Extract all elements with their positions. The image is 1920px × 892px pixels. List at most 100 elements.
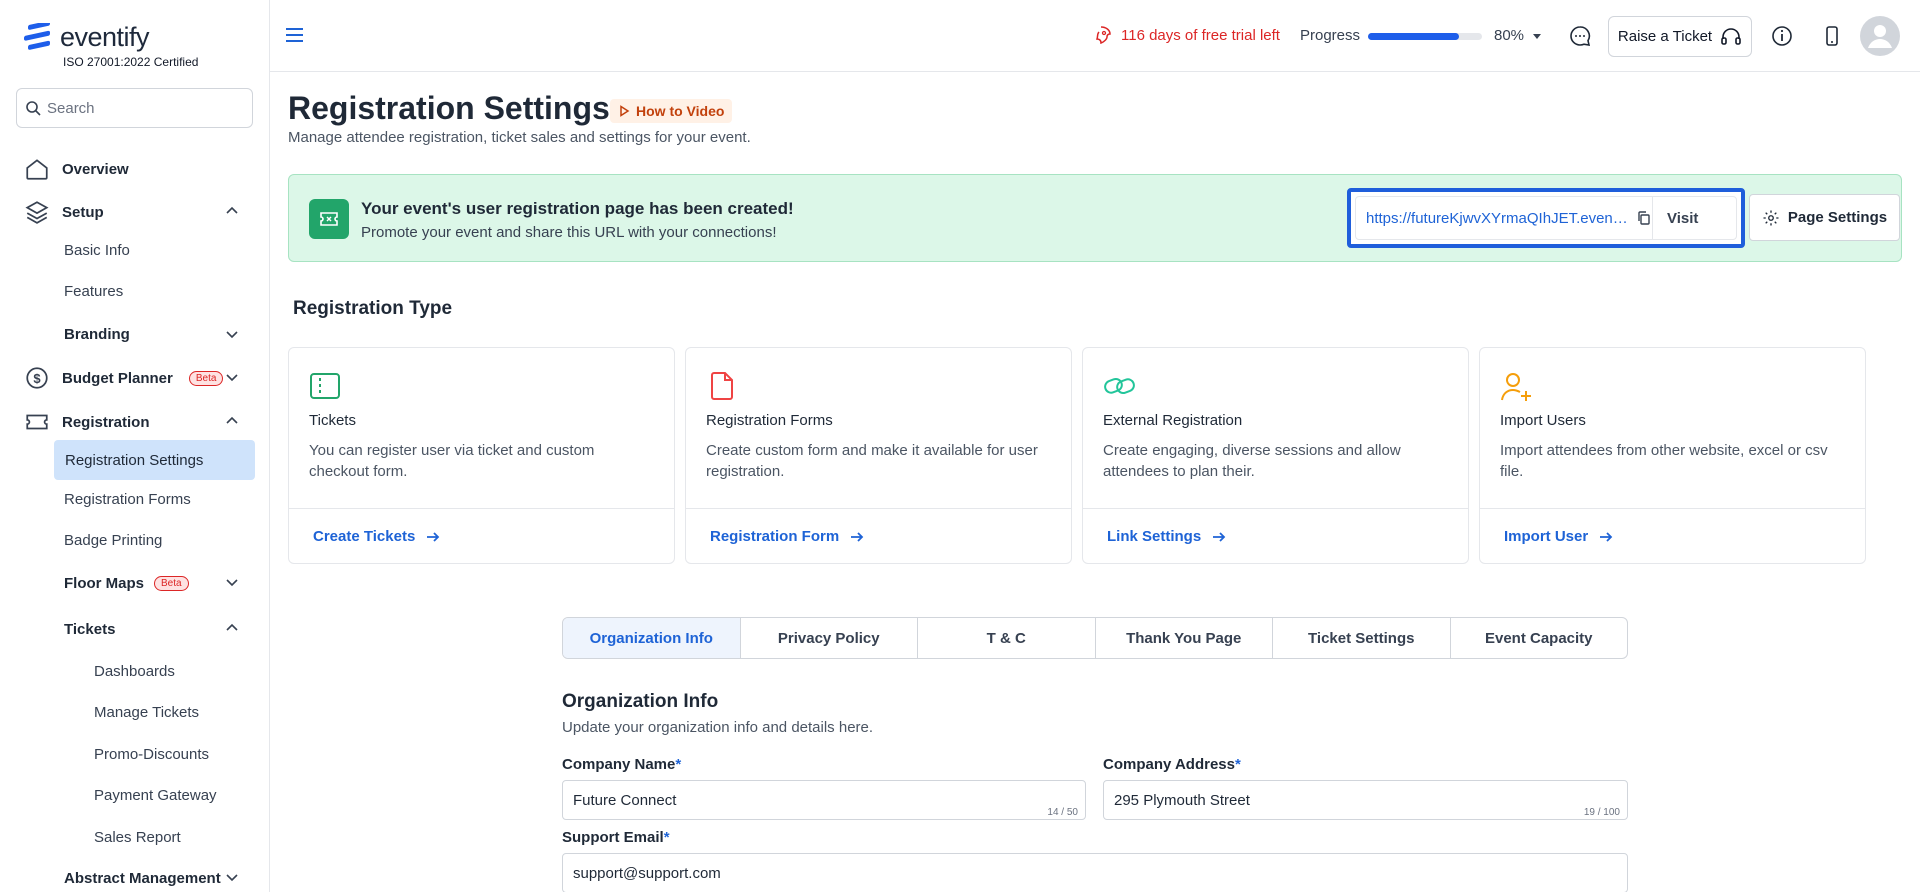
progress-fill (1368, 33, 1460, 40)
hamburger-menu-icon[interactable] (286, 27, 304, 43)
company-address-label: Company Address* (1103, 756, 1241, 773)
search-icon (26, 101, 41, 116)
label-text: Support Email (562, 829, 664, 846)
card-external-registration: External Registration Create engaging, d… (1082, 347, 1469, 564)
gear-icon (1763, 210, 1779, 225)
arrow-right-icon (1600, 531, 1613, 542)
progress-label: Progress (1300, 27, 1361, 44)
registration-page-banner: Your event's user registration page has … (288, 174, 1902, 262)
company-address-field[interactable]: 19 / 100 (1103, 780, 1628, 820)
ticket-icon (26, 414, 48, 430)
chevron-down-icon[interactable] (224, 869, 240, 885)
label-text: Company Name (562, 756, 676, 773)
company-name-field[interactable]: 14 / 50 (562, 780, 1086, 820)
tab-thank-you-page[interactable]: Thank You Page (1096, 618, 1273, 658)
info-icon[interactable] (1770, 24, 1794, 48)
trial-status[interactable]: 116 days of free trial left (1095, 25, 1280, 45)
chevron-up-icon[interactable] (224, 203, 240, 219)
chevron-up-icon[interactable] (224, 413, 240, 429)
import-user-link[interactable]: Import User (1480, 508, 1865, 564)
tab-privacy-policy[interactable]: Privacy Policy (741, 618, 918, 658)
organization-info-title: Organization Info (562, 691, 719, 712)
page-settings-button[interactable]: Page Settings (1749, 194, 1900, 241)
registration-form-link[interactable]: Registration Form (686, 508, 1071, 564)
sidebar-item-payment-gateway[interactable]: Payment Gateway (94, 787, 217, 804)
sidebar-item-branding[interactable]: Branding (64, 326, 130, 343)
user-plus-icon (1501, 373, 1531, 401)
beta-badge: Beta (154, 576, 189, 591)
sidebar-item-badge-printing[interactable]: Badge Printing (64, 532, 162, 549)
raise-ticket-label: Raise a Ticket (1617, 28, 1713, 45)
sidebar-item-setup[interactable]: Setup (24, 199, 104, 225)
search-box[interactable] (16, 88, 253, 128)
support-email-input[interactable] (563, 854, 1521, 892)
sidebar-item-label: Budget Planner (62, 369, 173, 387)
create-tickets-link[interactable]: Create Tickets (289, 508, 674, 564)
card-tickets: Tickets You can register user via ticket… (288, 347, 675, 564)
dollar-icon: $ (26, 367, 48, 389)
sidebar-item-sales-report[interactable]: Sales Report (94, 829, 181, 846)
banner-subtitle: Promote your event and share this URL wi… (361, 224, 777, 241)
caret-down-icon (1533, 33, 1542, 39)
copy-icon[interactable] (1636, 210, 1652, 226)
sidebar-item-overview[interactable]: Overview (24, 156, 129, 182)
play-icon (620, 105, 630, 117)
trial-text: 116 days of free trial left (1121, 26, 1280, 44)
arrow-right-icon (851, 531, 864, 542)
sidebar-item-promo-discounts[interactable]: Promo-Discounts (94, 746, 209, 763)
card-registration-forms: Registration Forms Create custom form an… (685, 347, 1072, 564)
sidebar-item-registration[interactable]: Registration (24, 409, 150, 435)
raise-ticket-button[interactable]: Raise a Ticket (1608, 16, 1752, 57)
search-input[interactable] (47, 99, 237, 117)
sidebar-item-floor-maps[interactable]: Floor Maps Beta (64, 575, 189, 592)
chevron-down-icon[interactable] (224, 369, 240, 385)
sidebar-item-budget-planner[interactable]: $ Budget Planner Beta (24, 365, 224, 391)
link-settings-link[interactable]: Link Settings (1083, 508, 1468, 564)
card-link-label: Registration Form (710, 528, 840, 545)
support-email-field[interactable] (562, 853, 1628, 892)
page-subtitle: Manage attendee registration, ticket sal… (288, 129, 751, 146)
brand-logo[interactable]: eventify (24, 22, 150, 53)
card-link-label: Link Settings (1107, 528, 1202, 545)
character-counter: 19 / 100 (1583, 807, 1620, 818)
required-mark: * (675, 756, 682, 773)
rocket-icon (1095, 26, 1111, 45)
tab-event-capacity[interactable]: Event Capacity (1451, 618, 1628, 658)
page-title: Registration Settings (288, 90, 610, 126)
tab-organization-info[interactable]: Organization Info (563, 618, 741, 658)
brand-name: eventify (60, 22, 150, 52)
sidebar-item-abstract-management[interactable]: Abstract Management (64, 870, 221, 887)
mobile-icon[interactable] (1820, 24, 1844, 48)
tab-terms-and-conditions[interactable]: T & C (918, 618, 1096, 658)
chevron-up-icon[interactable] (224, 620, 240, 636)
tab-ticket-settings[interactable]: Ticket Settings (1273, 618, 1451, 658)
character-counter: 14 / 50 (1047, 807, 1078, 818)
how-to-video-button[interactable]: How to Video (610, 99, 733, 123)
progress-dropdown[interactable]: 80% (1494, 27, 1542, 44)
sidebar-item-basic-info[interactable]: Basic Info (64, 242, 130, 259)
ticket-icon (309, 199, 349, 239)
company-name-input[interactable] (563, 781, 1033, 819)
sidebar-item-features[interactable]: Features (64, 283, 123, 300)
sidebar-item-tickets[interactable]: Tickets (64, 621, 115, 638)
company-name-label: Company Name* (562, 756, 681, 773)
sidebar-item-manage-tickets[interactable]: Manage Tickets (94, 704, 199, 721)
sidebar-item-label: Registration (62, 413, 150, 431)
registration-url-link[interactable]: https://futureKjwvXYrmaQIhJET.eventify.i… (1356, 210, 1652, 227)
arrow-right-icon (1213, 531, 1226, 542)
label-text: Company Address (1103, 756, 1235, 773)
sidebar-item-dashboards[interactable]: Dashboards (94, 663, 175, 680)
main-content: Registration Settings How to Video Manag… (270, 72, 1920, 892)
card-description: You can register user via ticket and cus… (309, 442, 595, 480)
chat-icon[interactable] (1568, 24, 1592, 48)
visit-button[interactable]: Visit (1652, 197, 1712, 239)
sidebar-item-label: Setup (62, 203, 104, 221)
avatar[interactable] (1860, 16, 1900, 56)
card-description: Create custom form and make it available… (706, 442, 1038, 480)
chevron-down-icon[interactable] (224, 574, 240, 590)
chevron-down-icon[interactable] (224, 326, 240, 342)
company-address-input[interactable] (1104, 781, 1575, 819)
sidebar-item-registration-forms[interactable]: Registration Forms (64, 491, 191, 508)
sidebar-item-registration-settings[interactable]: Registration Settings (54, 440, 255, 480)
how-to-video-label: How to Video (636, 103, 725, 119)
